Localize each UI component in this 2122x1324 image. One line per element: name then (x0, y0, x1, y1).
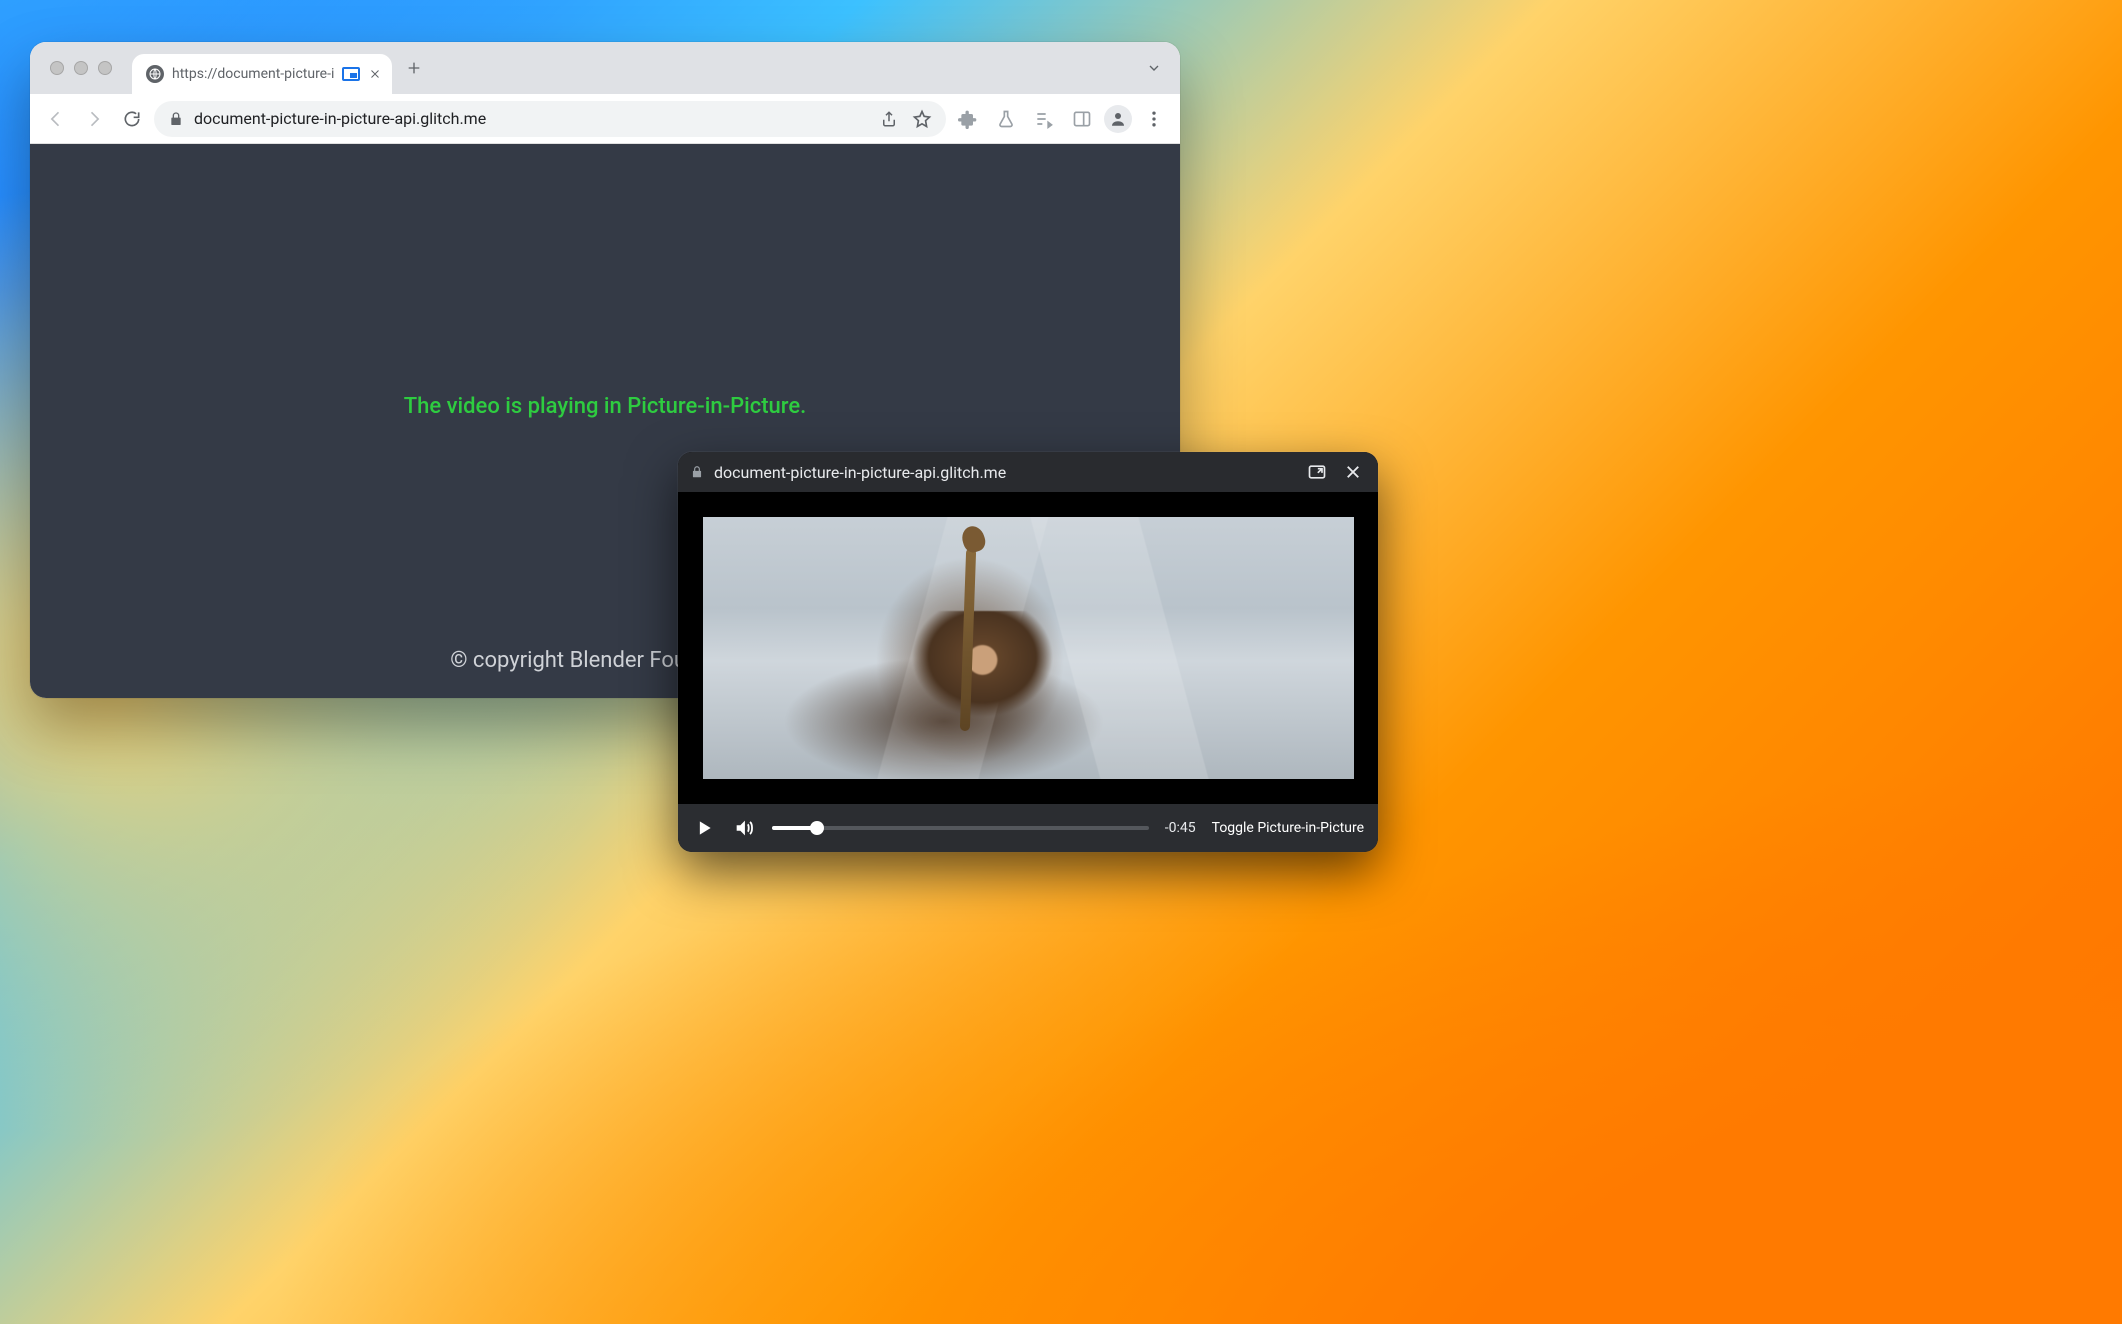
star-icon[interactable] (912, 109, 932, 129)
back-to-tab-button[interactable] (1304, 459, 1330, 485)
lock-icon[interactable] (168, 111, 184, 127)
mute-button[interactable] (732, 816, 756, 840)
window-close-button[interactable] (50, 61, 64, 75)
side-panel-button[interactable] (1066, 103, 1098, 135)
tab-title: https://document-picture-i (172, 66, 334, 82)
labs-button[interactable] (990, 103, 1022, 135)
globe-icon (146, 65, 164, 83)
pip-titlebar[interactable]: document-picture-in-picture-api.glitch.m… (678, 452, 1378, 492)
tab-strip: https://document-picture-i (30, 42, 1180, 94)
window-minimize-button[interactable] (74, 61, 88, 75)
seek-bar[interactable] (772, 826, 1149, 830)
time-remaining: -0:45 (1165, 820, 1196, 836)
browser-toolbar: document-picture-in-picture-api.glitch.m… (30, 94, 1180, 144)
window-zoom-button[interactable] (98, 61, 112, 75)
pip-status-message: The video is playing in Picture-in-Pictu… (30, 394, 1180, 419)
url-text: document-picture-in-picture-api.glitch.m… (194, 109, 486, 128)
lock-icon (690, 465, 704, 479)
toggle-pip-button[interactable]: Toggle Picture-in-Picture (1212, 820, 1364, 836)
media-control-button[interactable] (1028, 103, 1060, 135)
share-icon[interactable] (880, 110, 898, 128)
reload-button[interactable] (116, 103, 148, 135)
address-bar[interactable]: document-picture-in-picture-api.glitch.m… (154, 101, 946, 137)
tab-search-button[interactable] (1140, 54, 1168, 82)
play-button[interactable] (692, 816, 716, 840)
pip-close-button[interactable] (1340, 459, 1366, 485)
pip-indicator-icon (342, 67, 360, 81)
forward-button[interactable] (78, 103, 110, 135)
back-button[interactable] (40, 103, 72, 135)
pip-url-text: document-picture-in-picture-api.glitch.m… (714, 463, 1006, 482)
profile-button[interactable] (1104, 105, 1132, 133)
new-tab-button[interactable] (400, 54, 428, 82)
video-controls: -0:45 Toggle Picture-in-Picture (678, 804, 1378, 852)
browser-tab[interactable]: https://document-picture-i (132, 54, 392, 94)
video-frame (703, 517, 1354, 779)
pip-video-area[interactable] (678, 492, 1378, 804)
chrome-menu-button[interactable] (1138, 103, 1170, 135)
window-controls (50, 61, 112, 75)
extensions-button[interactable] (952, 103, 984, 135)
seek-thumb[interactable] (810, 821, 824, 835)
pip-window: document-picture-in-picture-api.glitch.m… (678, 452, 1378, 852)
tab-close-button[interactable] (368, 67, 382, 81)
